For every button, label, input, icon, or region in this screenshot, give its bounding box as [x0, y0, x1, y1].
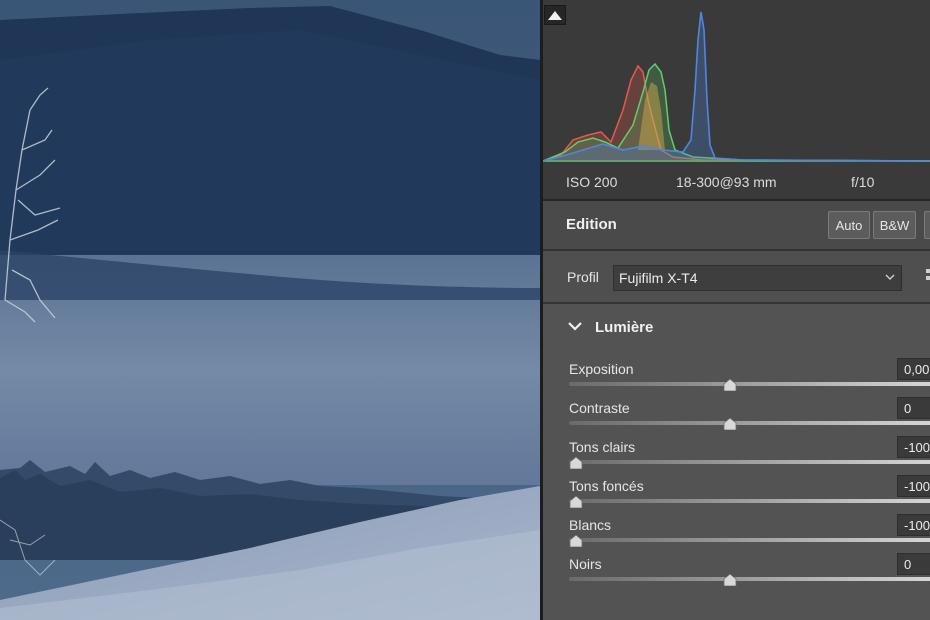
light-section-title: Lumière	[595, 319, 654, 336]
iso-value: ISO 200	[566, 174, 618, 190]
slider-highlights: Tons clairs -100	[543, 436, 930, 478]
slider-value-input[interactable]: -100	[897, 436, 930, 458]
slider-track[interactable]	[569, 577, 930, 581]
slider-value-input[interactable]: 0	[897, 397, 930, 419]
slider-track[interactable]	[569, 499, 930, 503]
slider-value-input[interactable]: 0,00	[897, 358, 930, 380]
slider-label: Noirs	[569, 556, 602, 572]
slider-whites: Blancs -100	[543, 514, 930, 556]
slider-label: Exposition	[569, 361, 634, 377]
slider-blacks: Noirs 0	[543, 553, 930, 595]
edition-header: Edition Auto B&W	[543, 201, 930, 251]
histogram	[543, 0, 930, 165]
profile-row: Profil Fujifilm X-T4	[543, 251, 930, 304]
black-white-button[interactable]: B&W	[873, 211, 916, 239]
profile-value: Fujifilm X-T4	[619, 270, 698, 286]
auto-button[interactable]: Auto	[828, 211, 870, 239]
slider-thumb[interactable]	[723, 574, 737, 586]
camera-info-bar: ISO 200 18-300@93 mm f/10	[543, 165, 930, 201]
shadow-clipping-icon[interactable]	[544, 5, 566, 25]
slider-label: Tons clairs	[569, 439, 636, 455]
slider-contrast: Contraste 0	[543, 397, 930, 439]
slider-thumb[interactable]	[569, 457, 583, 469]
slider-value-input[interactable]: -100	[897, 475, 930, 497]
slider-thumb[interactable]	[723, 418, 737, 430]
edition-title: Edition	[566, 216, 617, 233]
slider-track[interactable]	[569, 421, 930, 425]
lens-value: 18-300@93 mm	[676, 174, 777, 190]
profile-dropdown[interactable]: Fujifilm X-T4	[613, 265, 902, 291]
chevron-down-icon	[885, 274, 895, 280]
slider-label: Tons foncés	[569, 478, 644, 494]
slider-thumb[interactable]	[723, 379, 737, 391]
edit-panel: ISO 200 18-300@93 mm f/10 Edition Auto B…	[543, 0, 930, 620]
chevron-down-icon	[568, 322, 582, 331]
slider-value-input[interactable]: 0	[897, 553, 930, 575]
photo-preview[interactable]	[0, 0, 540, 620]
light-section-header[interactable]: Lumière	[543, 304, 930, 348]
slider-track[interactable]	[569, 460, 930, 464]
slider-thumb[interactable]	[569, 496, 583, 508]
slider-thumb[interactable]	[569, 535, 583, 547]
aperture-value: f/10	[851, 174, 875, 190]
slider-value-input[interactable]: -100	[897, 514, 930, 536]
slider-track[interactable]	[569, 538, 930, 542]
slider-shadows: Tons foncés -100	[543, 475, 930, 517]
profile-label: Profil	[567, 269, 599, 285]
histogram-graph	[543, 11, 930, 162]
grid-icon[interactable]	[926, 269, 930, 287]
slider-label: Contraste	[569, 400, 630, 416]
landscape-image	[0, 0, 540, 620]
slider-label: Blancs	[569, 517, 612, 533]
more-treatment-button[interactable]	[924, 211, 930, 239]
slider-exposure: Exposition 0,00	[543, 358, 930, 400]
slider-track[interactable]	[569, 382, 930, 386]
